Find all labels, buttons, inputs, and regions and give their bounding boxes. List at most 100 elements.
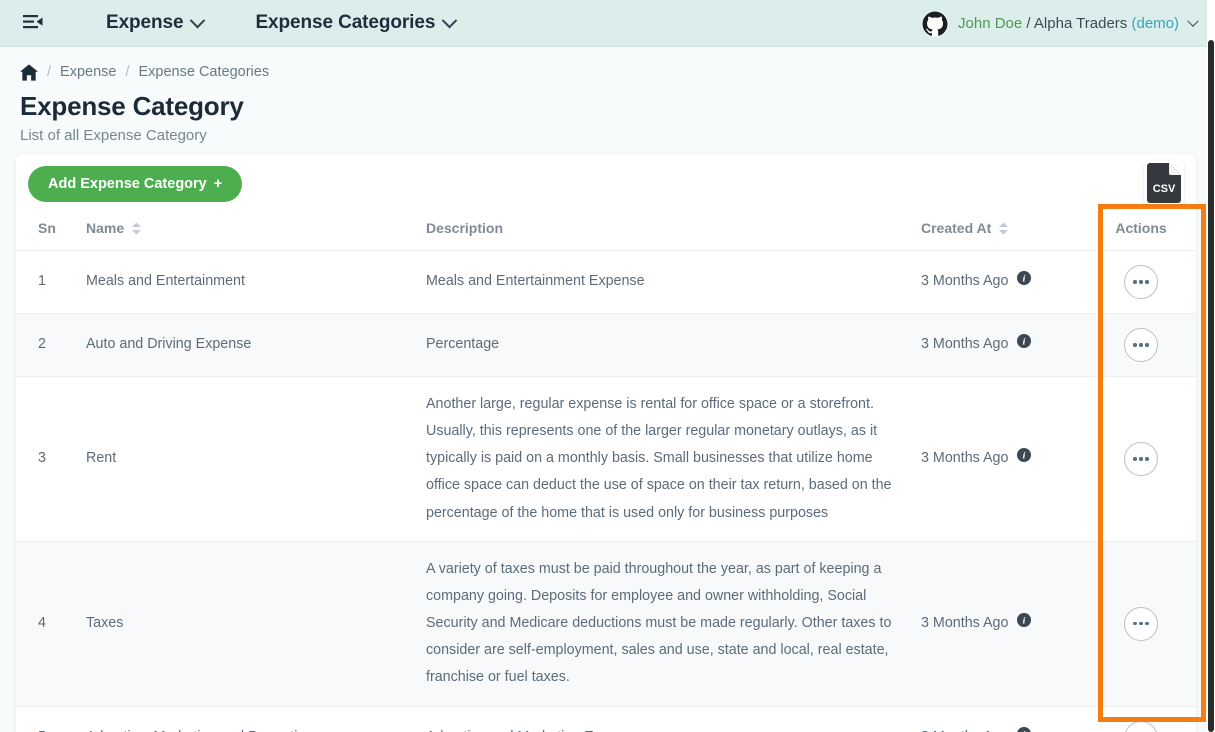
created-at-text: 3 Months Ago xyxy=(921,615,1009,632)
cell-created-at: 3 Months Ago i xyxy=(921,250,1086,314)
demo-badge: (demo) xyxy=(1131,15,1179,32)
column-header-sn: Sn xyxy=(16,212,86,251)
breadcrumb-item-expense-categories[interactable]: Expense Categories xyxy=(139,64,270,80)
github-avatar-icon xyxy=(922,10,949,37)
menu-collapse-icon[interactable] xyxy=(18,10,48,36)
cell-actions xyxy=(1086,376,1196,542)
page-scrollbar-thumb[interactable] xyxy=(1208,40,1214,732)
column-header-created-at-label: Created At xyxy=(921,220,992,236)
svg-text:i: i xyxy=(1023,337,1026,348)
sort-icon[interactable] xyxy=(998,222,1009,235)
cell-description: Meals and Entertainment Expense xyxy=(426,250,921,314)
row-actions-button[interactable] xyxy=(1124,606,1158,641)
nav-item-expense[interactable]: Expense xyxy=(106,12,206,34)
card-toolbar: Add Expense Category + CSV xyxy=(16,154,1196,212)
column-header-name[interactable]: Name xyxy=(86,212,426,251)
user-separator: / xyxy=(1022,15,1034,32)
cell-created-at: 3 Months Ago i xyxy=(921,541,1086,707)
breadcrumb-separator: / xyxy=(125,64,130,80)
svg-text:i: i xyxy=(1023,274,1026,285)
breadcrumb-separator: / xyxy=(47,64,52,80)
page-header: / Expense / Expense Categories Expense C… xyxy=(0,47,1215,144)
cell-sn: 5 xyxy=(16,706,86,732)
chevron-down-icon xyxy=(1187,15,1199,27)
column-header-name-label: Name xyxy=(86,220,125,236)
info-circle-icon[interactable]: i xyxy=(1017,445,1032,472)
row-actions-button[interactable] xyxy=(1124,720,1158,732)
info-circle-icon[interactable]: i xyxy=(1017,268,1032,295)
plus-icon: + xyxy=(213,176,223,192)
column-header-description: Description xyxy=(426,212,921,251)
cell-name: Taxes xyxy=(86,541,426,707)
page-scrollbar[interactable] xyxy=(1207,0,1215,732)
expense-category-card: Add Expense Category + CSV Sn Name Descr… xyxy=(16,154,1196,732)
csv-export-icon[interactable]: CSV xyxy=(1144,160,1184,206)
column-header-description-label: Description xyxy=(426,220,504,236)
cell-actions xyxy=(1086,313,1196,377)
cell-sn: 3 xyxy=(16,376,86,542)
column-header-actions-label: Actions xyxy=(1115,220,1167,236)
column-header-created-at[interactable]: Created At xyxy=(921,212,1086,251)
cell-created-at: 3 Months Ago i xyxy=(921,376,1086,542)
svg-text:i: i xyxy=(1023,451,1026,462)
cell-sn: 1 xyxy=(16,250,86,314)
table-head: Sn Name Description Created At Actions xyxy=(16,212,1196,251)
created-at-text: 3 Months Ago xyxy=(921,336,1009,353)
created-at-text: 3 Months Ago xyxy=(921,450,1009,467)
home-icon[interactable] xyxy=(20,63,38,81)
nav-item-expense-categories-label: Expense Categories xyxy=(255,12,436,33)
user-name: John Doe xyxy=(958,15,1023,32)
info-circle-icon[interactable]: i xyxy=(1017,331,1032,358)
nav-item-expense-label: Expense xyxy=(106,12,184,33)
created-at-text: 3 Months Ago xyxy=(921,724,1008,732)
created-at-text: 3 Months Ago xyxy=(921,273,1009,290)
table-body: 1 Meals and Entertainment Meals and Ente… xyxy=(16,250,1196,732)
table-row: 3 Rent Another large, regular expense is… xyxy=(16,376,1196,542)
user-account-menu[interactable]: John Doe / Alpha Traders (demo) xyxy=(922,0,1199,47)
column-header-actions: Actions xyxy=(1086,212,1196,251)
nav-item-expense-categories[interactable]: Expense Categories xyxy=(255,12,458,34)
table-row: 2 Auto and Driving Expense Percentage 3 … xyxy=(16,313,1196,377)
chevron-down-icon xyxy=(442,12,458,28)
svg-text:i: i xyxy=(1023,616,1026,627)
expense-category-table: Sn Name Description Created At Actions 1… xyxy=(16,212,1196,732)
column-header-sn-label: Sn xyxy=(38,220,56,236)
chevron-down-icon xyxy=(190,12,206,28)
main-menu: Expense Expense Categories xyxy=(106,12,458,34)
svg-text:CSV: CSV xyxy=(1153,183,1176,195)
cell-sn: 4 xyxy=(16,541,86,707)
cell-name: Rent xyxy=(86,376,426,542)
user-identity: John Doe / Alpha Traders (demo) xyxy=(958,15,1179,32)
add-expense-category-button[interactable]: Add Expense Category + xyxy=(28,166,243,202)
breadcrumb: / Expense / Expense Categories xyxy=(20,61,1215,83)
cell-created-at: 3 Months Ago i xyxy=(921,313,1086,377)
cell-name: Auto and Driving Expense xyxy=(86,313,426,377)
organization-name: Alpha Traders xyxy=(1033,15,1128,32)
page-subtitle: List of all Expense Category xyxy=(20,127,207,144)
table-header-row: Sn Name Description Created At Actions xyxy=(16,212,1196,251)
row-actions-button[interactable] xyxy=(1124,328,1158,362)
info-circle-icon[interactable]: i xyxy=(1017,724,1032,732)
row-actions-button[interactable] xyxy=(1124,441,1158,476)
cell-name: Meals and Entertainment xyxy=(86,250,426,314)
breadcrumb-item-expense[interactable]: Expense xyxy=(60,64,116,80)
cell-description: Percentage xyxy=(426,313,921,377)
table-row: 1 Meals and Entertainment Meals and Ente… xyxy=(16,250,1196,314)
add-expense-category-label: Add Expense Category xyxy=(48,176,207,192)
cell-actions xyxy=(1086,541,1196,707)
top-navigation-bar: Expense Expense Categories John Doe / Al… xyxy=(0,0,1215,47)
cell-actions xyxy=(1086,706,1196,732)
cell-name: Advertise, Marketing and Promotion xyxy=(86,706,426,732)
row-actions-button[interactable] xyxy=(1124,265,1158,299)
cell-created-at: 3 Months Ago i xyxy=(921,706,1086,732)
table-row: 4 Taxes A variety of taxes must be paid … xyxy=(16,541,1196,707)
cell-description: Advertise and Marketing Expense xyxy=(426,706,921,732)
cell-description: A variety of taxes must be paid througho… xyxy=(426,541,921,707)
info-circle-icon[interactable]: i xyxy=(1017,610,1032,637)
page-title: Expense Category xyxy=(20,91,244,121)
sort-icon[interactable] xyxy=(131,222,142,235)
cell-description: Another large, regular expense is rental… xyxy=(426,376,921,542)
cell-actions xyxy=(1086,250,1196,314)
table-row: 5 Advertise, Marketing and Promotion Adv… xyxy=(16,706,1196,732)
cell-sn: 2 xyxy=(16,313,86,377)
